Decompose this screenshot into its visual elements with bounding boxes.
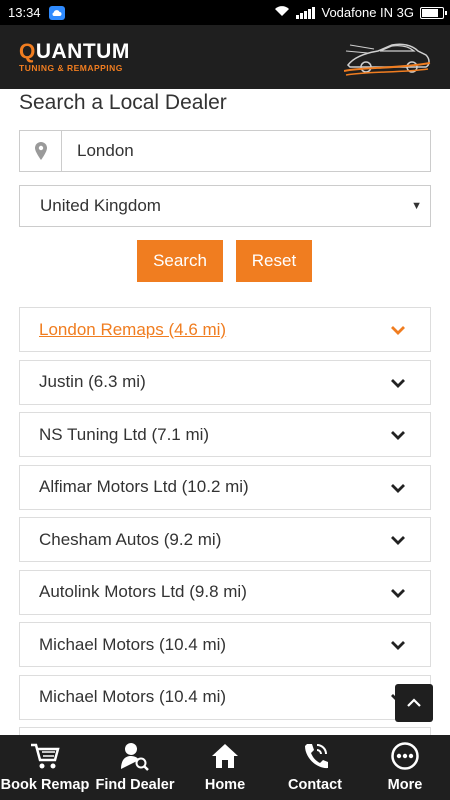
search-button[interactable]: Search [137,240,223,282]
dealer-name-label: Chesham Autos (9.2 mi) [39,529,222,549]
home-icon [211,741,239,771]
chevron-down-icon [390,636,406,656]
signal-icon [296,6,316,19]
dealer-list-item[interactable]: Michael Motors (10.4 mi) [19,674,431,720]
dealer-name-label: Alfimar Motors Ltd (10.2 mi) [39,477,249,496]
dealer-name-label: Michael Motors (10.4 mi) [39,687,227,706]
nav-find-dealer[interactable]: Find Dealer [90,735,180,800]
scroll-to-top-button[interactable] [395,684,433,722]
nav-label: More [387,777,423,793]
dealer-name-label: London Remaps (4.6 mi) [39,319,227,339]
chevron-down-icon [390,321,406,341]
dealer-name-label: Justin (6.3 mi) [39,372,146,391]
logo-subtitle: TUNING & REMAPPING [19,63,123,73]
nav-contact[interactable]: Contact [270,735,360,800]
person-search-icon [120,741,150,771]
map-pin-icon [20,131,62,171]
reset-button[interactable]: Reset [236,240,312,282]
bottom-nav: Book Remap Find Dealer Home Contact More [0,735,450,800]
chevron-down-icon [390,374,406,394]
car-logo-icon [343,37,432,82]
dealer-list-item[interactable]: Michael Motors (10.4 mi) [19,622,431,667]
dealer-list-item[interactable]: London Remaps (4.6 mi) [19,307,431,352]
location-input[interactable] [62,131,430,171]
dealer-name-label: NS Tuning Ltd (7.1 mi) [39,424,210,444]
phone-icon [301,741,329,771]
page-title: Search a Local Dealer [19,91,227,114]
chevron-down-icon [390,584,406,604]
carrier-label: Vodafone IN 3G [321,5,414,20]
dealer-list-item-partial[interactable] [19,727,431,735]
chevron-up-icon [407,698,421,707]
wifi-icon [274,5,290,20]
chevron-down-icon [390,426,406,446]
dealer-name-label: Michael Motors (10.4 mi) [39,634,227,654]
status-bar: 13:34 Vodafone IN 3G [0,0,450,25]
dealer-list-item[interactable]: Alfimar Motors Ltd (10.2 mi) [19,464,431,510]
dealer-list-item[interactable]: Autolink Motors Ltd (9.8 mi) [19,569,431,615]
location-field[interactable] [19,130,431,172]
caret-down-icon: ▼ [411,200,422,212]
logo-text: UANTUM [35,40,130,63]
country-select[interactable]: United Kingdom ▼ [19,185,431,227]
more-icon [391,741,419,771]
dealer-list-item[interactable]: Chesham Autos (9.2 mi) [19,517,431,562]
country-select-value: United Kingdom [40,196,161,215]
quantum-logo[interactable]: QUANTUM TUNING & REMAPPING [19,40,130,73]
battery-icon [420,6,447,19]
app-header: QUANTUM TUNING & REMAPPING [0,25,450,89]
status-time: 13:34 [8,5,41,20]
nav-label: Home [204,777,246,793]
nav-label: Find Dealer [95,777,175,793]
nav-more[interactable]: More [360,735,450,800]
nav-label: Contact [288,777,342,793]
chevron-down-icon [390,531,406,551]
chevron-down-icon [390,479,406,499]
nav-label: Book Remap [0,777,90,793]
cloud-icon [48,5,65,20]
logo-q: Q [19,40,36,63]
cart-icon [30,741,60,771]
nav-book-remap[interactable]: Book Remap [0,735,90,800]
dealer-name-label: Autolink Motors Ltd (9.8 mi) [39,582,247,601]
dealer-list-item[interactable]: Justin (6.3 mi) [19,359,431,405]
dealer-search-content: Search a Local Dealer United Kingdom ▼ S… [0,89,450,735]
dealer-list-item[interactable]: NS Tuning Ltd (7.1 mi) [19,412,431,457]
nav-home[interactable]: Home [180,735,270,800]
